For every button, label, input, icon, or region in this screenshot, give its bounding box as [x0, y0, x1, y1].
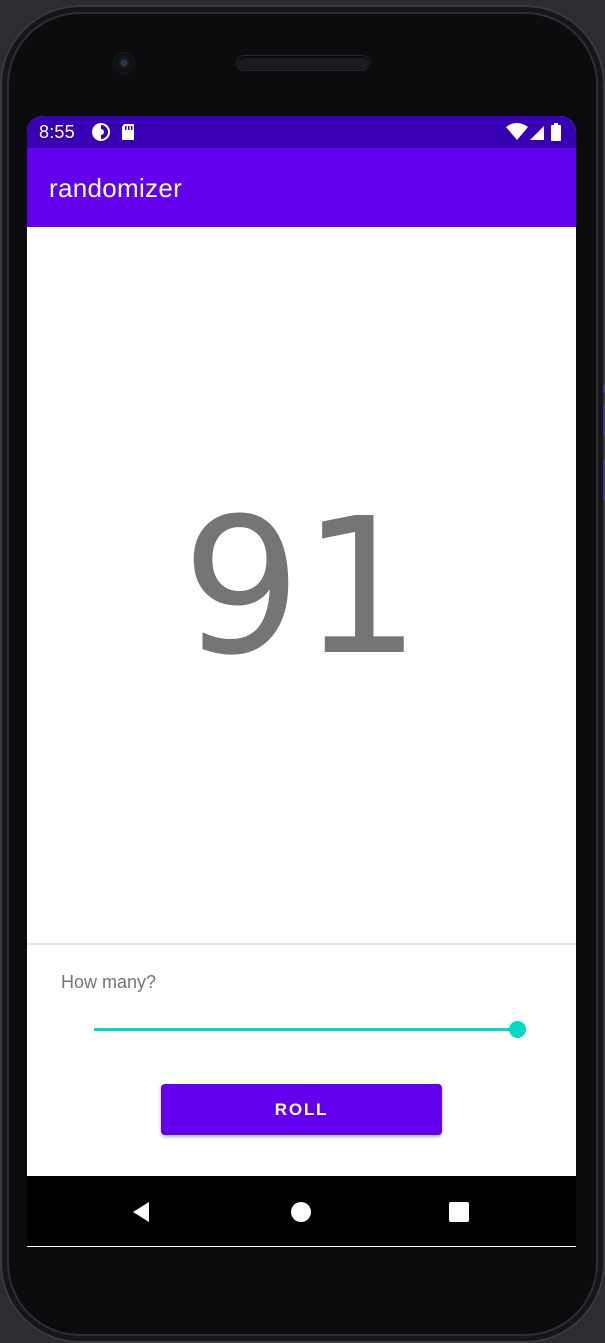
app-bar: randomizer — [27, 148, 576, 227]
result-number: 91 — [181, 478, 422, 697]
data-saver-icon — [92, 123, 110, 141]
slider-label: How many? — [61, 972, 157, 992]
status-time: 8:55 — [39, 122, 75, 142]
app-screen: 8:55 randomizer 91 How many? ROLL — [27, 116, 576, 1247]
sd-card-icon — [122, 124, 134, 140]
how-many-slider[interactable] — [94, 1019, 526, 1041]
roll-button[interactable]: ROLL — [161, 1084, 442, 1135]
status-left-icons — [91, 122, 143, 147]
battery-icon — [551, 123, 561, 141]
back-icon[interactable] — [127, 1198, 155, 1226]
signal-icon — [530, 126, 544, 140]
recents-icon[interactable] — [445, 1198, 473, 1226]
divider — [27, 943, 576, 945]
home-icon[interactable] — [287, 1198, 315, 1226]
front-camera — [114, 53, 134, 73]
wifi-icon — [506, 123, 528, 140]
slider-thumb[interactable] — [509, 1021, 526, 1038]
status-right-icons — [506, 122, 566, 147]
status-bar: 8:55 — [27, 116, 576, 148]
navigation-bar — [27, 1176, 576, 1246]
earpiece-speaker — [237, 56, 369, 70]
app-title: randomizer — [49, 173, 183, 203]
slider-fill — [94, 1028, 518, 1031]
